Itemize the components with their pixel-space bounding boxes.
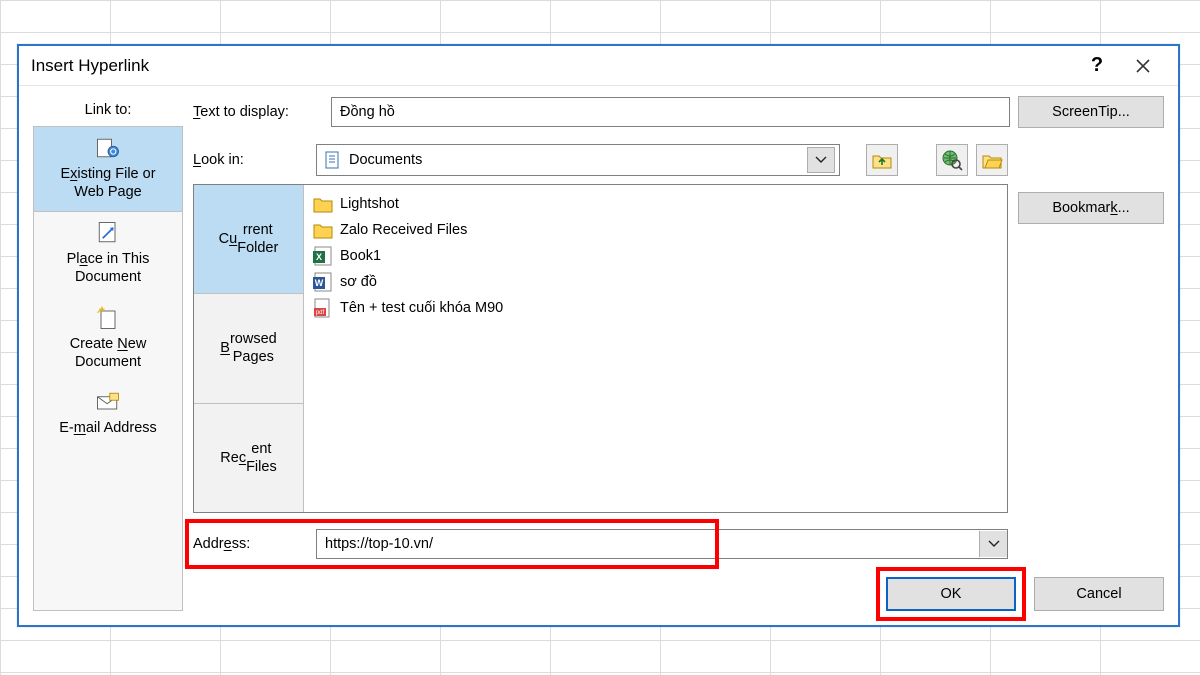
svg-text:X: X — [316, 252, 322, 262]
chevron-down-icon — [815, 156, 827, 164]
insert-hyperlink-dialog: Insert Hyperlink ? Link to: Existing Fil… — [17, 44, 1180, 627]
address-input[interactable] — [317, 533, 979, 555]
file-item[interactable]: pdf Tên + test cuối khóa M90 — [312, 295, 999, 321]
address-label: Address: — [193, 536, 308, 552]
screentip-button[interactable]: ScreenTip... — [1018, 96, 1164, 128]
svg-text:pdf: pdf — [316, 310, 325, 316]
file-name: Lightshot — [340, 196, 399, 212]
folder-up-icon — [871, 150, 893, 170]
up-one-level-button[interactable] — [866, 144, 898, 176]
linkto-header: Link to: — [33, 96, 183, 126]
dialog-title: Insert Hyperlink — [31, 56, 149, 76]
file-name: Zalo Received Files — [340, 222, 467, 238]
lookin-combo[interactable]: Documents — [316, 144, 840, 176]
nav-tab-browsed-pages[interactable]: BrowsedPages — [194, 294, 304, 403]
bookmark-button[interactable]: Bookmark... — [1018, 192, 1164, 224]
place-in-doc-icon — [94, 220, 122, 246]
address-dropdown-arrow[interactable] — [979, 531, 1007, 557]
nav-tab-recent-files[interactable]: RecentFiles — [194, 404, 304, 512]
file-name: sơ đồ — [340, 274, 377, 290]
file-item[interactable]: X Book1 — [312, 243, 999, 269]
linkto-panel: Existing File orWeb Page Place in ThisDo… — [33, 126, 183, 611]
lookin-value: Documents — [349, 152, 801, 168]
close-button[interactable] — [1120, 51, 1166, 81]
cancel-button[interactable]: Cancel — [1034, 577, 1164, 611]
file-list[interactable]: Lightshot Zalo Received Files X Book1 Wsơ đồ… — [304, 185, 1007, 512]
file-name: Tên + test cuối khóa M90 — [340, 300, 503, 316]
svg-text:W: W — [315, 278, 324, 288]
text-to-display-input[interactable] — [331, 97, 1010, 127]
globe-search-icon — [941, 149, 963, 171]
existing-file-icon — [94, 135, 122, 161]
email-icon — [94, 389, 122, 415]
create-new-icon — [94, 305, 122, 331]
lookin-label: Look in: — [193, 152, 308, 168]
file-item[interactable]: Wsơ đồ — [312, 269, 999, 295]
linkto-item-label: Create NewDocument — [40, 335, 176, 371]
folder-open-icon — [981, 150, 1003, 170]
browse-file-button[interactable] — [976, 144, 1008, 176]
linkto-item-label: E-mail Address — [40, 419, 176, 437]
linkto-item-label: Existing File orWeb Page — [40, 165, 176, 201]
close-icon — [1135, 58, 1151, 74]
linkto-existing-file[interactable]: Existing File orWeb Page — [34, 127, 182, 212]
linkto-create-new[interactable]: Create NewDocument — [34, 297, 182, 381]
browse-web-button[interactable] — [936, 144, 968, 176]
lookin-dropdown-arrow[interactable] — [807, 147, 835, 173]
file-item[interactable]: Zalo Received Files — [312, 217, 999, 243]
linkto-email[interactable]: E-mail Address — [34, 381, 182, 447]
text-to-display-label: Text to display: — [193, 104, 323, 120]
help-button[interactable]: ? — [1074, 51, 1120, 81]
nav-tab-current-folder[interactable]: CurrentFolder — [194, 185, 304, 294]
linkto-place-in-doc[interactable]: Place in ThisDocument — [34, 212, 182, 296]
document-location-icon — [323, 150, 343, 170]
linkto-item-label: Place in ThisDocument — [40, 250, 176, 286]
file-item[interactable]: Lightshot — [312, 191, 999, 217]
chevron-down-icon — [988, 540, 1000, 548]
ok-button[interactable]: OK — [886, 577, 1016, 611]
address-combo[interactable] — [316, 529, 1008, 559]
dialog-titlebar: Insert Hyperlink ? — [19, 46, 1178, 86]
file-name: Book1 — [340, 248, 381, 264]
